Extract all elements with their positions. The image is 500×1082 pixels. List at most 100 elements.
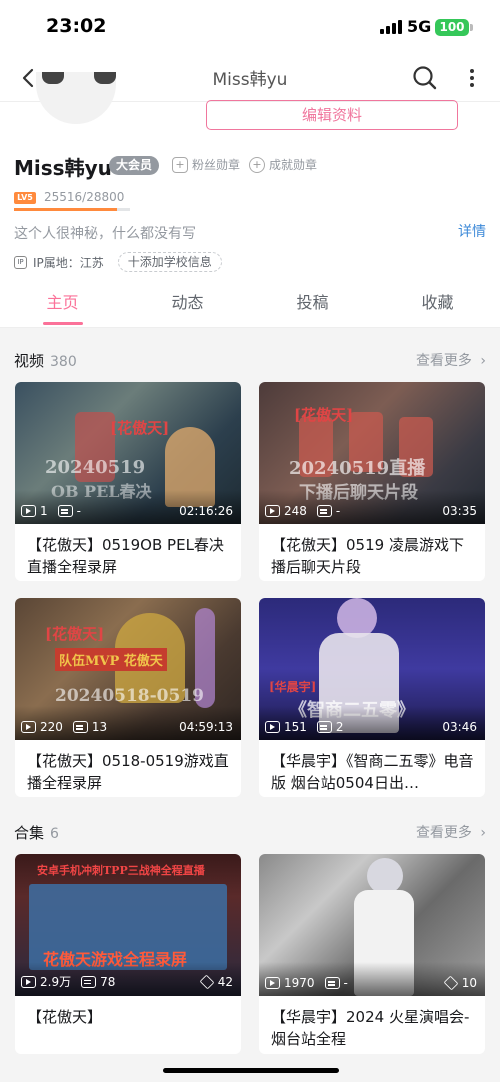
- chevron-right-icon: ›: [480, 353, 486, 369]
- thumb-text: [花傲天]: [45, 625, 105, 643]
- details-link[interactable]: 详情: [458, 221, 486, 241]
- duration: 04:59:13: [179, 720, 233, 734]
- duration: 03:46: [442, 720, 477, 734]
- collections-section-title: 合集 6: [14, 822, 59, 843]
- collection-title[interactable]: 【华晨宇】2024 火星演唱会-烟台站全程: [259, 996, 485, 1054]
- thumb-text: [花傲天]: [294, 406, 354, 424]
- danmaku-count: -: [76, 504, 81, 518]
- video-stats: 151 2 03:46: [265, 720, 477, 734]
- video-stats: 220 13 04:59:13: [21, 720, 233, 734]
- video-card[interactable]: [花傲天] 20240519 OB PEL春决 1 - 02:16:26 【花傲…: [15, 382, 241, 581]
- collection-title[interactable]: 【花傲天】: [15, 996, 241, 1054]
- thumb-text: 队伍MVP 花傲天: [55, 648, 167, 671]
- collection-thumbnail[interactable]: 1970 - 10: [259, 854, 485, 996]
- more-vertical-icon[interactable]: [462, 64, 482, 92]
- videos-count: 380: [50, 354, 77, 370]
- level-badge: LV5: [14, 192, 36, 204]
- video-title[interactable]: 【花傲天】0518-0519游戏直播全程录屏: [15, 740, 241, 797]
- collection-card[interactable]: 1970 - 10 【华晨宇】2024 火星演唱会-烟台站全程: [259, 854, 485, 1054]
- thumb-figure: [367, 858, 403, 894]
- edit-profile-button[interactable]: 编辑资料: [206, 100, 458, 130]
- avatar-shoulder: [94, 72, 116, 84]
- danmaku-icon: [72, 721, 88, 733]
- video-stats: 1 - 02:16:26: [21, 504, 233, 518]
- video-thumbnail[interactable]: [花傲天] 队伍MVP 花傲天 20240518-0519 220 13 04:…: [15, 598, 241, 740]
- signal-icon: [380, 20, 402, 34]
- video-stats: 248 - 03:35: [265, 504, 477, 518]
- tab-favorites-label: 收藏: [421, 293, 454, 312]
- episode-count: 10: [443, 975, 477, 991]
- thumb-text: [花傲天]: [110, 419, 170, 437]
- achievement-medal-icon: +: [249, 156, 265, 173]
- play-count-icon: [265, 977, 280, 989]
- video-card[interactable]: [华晨宇] 《智商二五零》 151 2 03:46 【华晨宇】《智商二五零》电音…: [259, 598, 485, 797]
- collection-stats: 1970 - 10: [265, 975, 477, 991]
- exp-text: 25516/28800: [44, 190, 125, 204]
- achievement-medal-label: 成就勋章: [269, 158, 318, 172]
- fan-medal-label: 粉丝勋章: [192, 158, 241, 172]
- search-icon[interactable]: [410, 63, 440, 93]
- danmaku-icon: [324, 977, 340, 989]
- video-title[interactable]: 【华晨宇】《智商二五零》电音版 烟台站0504日出…: [259, 740, 485, 797]
- episode-count: 42: [199, 974, 233, 989]
- thumb-text: 20240518-0519: [55, 686, 204, 706]
- bio: 这个人很神秘，什么都没有写: [14, 226, 196, 242]
- video-title[interactable]: 【花傲天】0519 凌晨游戏下播后聊天片段: [259, 524, 485, 581]
- tab-uploads[interactable]: 投稿: [250, 280, 375, 327]
- home-indicator: [163, 1068, 339, 1073]
- video-card[interactable]: [花傲天] 20240519直播 下播后聊天片段 248 - 03:35 【花傲…: [259, 382, 485, 581]
- profile-header: 编辑资料 Miss韩yu 大会员 + 粉丝勋章 + 成就勋章 LV5 25516…: [0, 72, 500, 280]
- episode-count-value: 10: [461, 976, 477, 990]
- videos-title: 视频: [14, 352, 45, 370]
- layers-icon: [443, 975, 459, 991]
- collections-title: 合集: [14, 824, 45, 842]
- tab-dynamic-label: 动态: [171, 293, 204, 312]
- vip-badge[interactable]: 大会员: [109, 156, 160, 175]
- play-count-icon: [21, 975, 36, 988]
- collections-see-more-label: 查看更多: [415, 825, 472, 841]
- danmaku-count: 13: [91, 720, 108, 734]
- collection-card[interactable]: 安卓手机冲刺TPP三战神全程直播 花傲天游戏全程录屏 2.9万 78 42 【花…: [15, 854, 241, 1054]
- play-count-icon: [21, 505, 36, 517]
- video-card[interactable]: [花傲天] 队伍MVP 花傲天 20240518-0519 220 13 04:…: [15, 598, 241, 797]
- collections-see-more[interactable]: 查看更多 ›: [416, 822, 486, 842]
- tab-home[interactable]: 主页: [0, 280, 125, 327]
- collections-section-header: 合集 6 查看更多 ›: [14, 822, 486, 844]
- collection-thumbnail[interactable]: 安卓手机冲刺TPP三战神全程直播 花傲天游戏全程录屏 2.9万 78 42: [15, 854, 241, 996]
- username: Miss韩yu: [14, 156, 112, 180]
- danmaku-icon: [316, 721, 332, 733]
- add-school-button[interactable]: 十添加学校信息: [117, 252, 222, 272]
- danmaku-count: 2: [335, 720, 344, 734]
- tab-uploads-label: 投稿: [296, 293, 329, 312]
- danmaku-count: 78: [100, 974, 116, 989]
- play-count-icon: [265, 505, 280, 517]
- play-count-icon: [21, 721, 36, 733]
- tab-favorites[interactable]: 收藏: [375, 280, 500, 327]
- avatar[interactable]: [36, 72, 116, 124]
- danmaku-icon: [316, 505, 332, 517]
- achievement-medal[interactable]: + 成就勋章: [249, 156, 317, 173]
- play-count: 2.9万: [40, 975, 72, 989]
- layers-icon: [199, 974, 215, 989]
- videos-see-more[interactable]: 查看更多 ›: [416, 350, 486, 370]
- video-thumbnail[interactable]: [花傲天] 20240519 OB PEL春决 1 - 02:16:26: [15, 382, 241, 524]
- thumb-figure: [337, 598, 377, 638]
- video-title[interactable]: 【花傲天】0519OB PEL春决直播全程录屏: [15, 524, 241, 581]
- video-thumbnail[interactable]: [花傲天] 20240519直播 下播后聊天片段 248 - 03:35: [259, 382, 485, 524]
- fan-medal[interactable]: + 粉丝勋章: [172, 156, 240, 173]
- status-bar: 23:02 5G 100: [0, 0, 500, 54]
- exp-progress-fill: [14, 208, 117, 211]
- play-count: 1: [40, 504, 48, 518]
- play-count: 220: [40, 720, 63, 734]
- video-thumbnail[interactable]: [华晨宇] 《智商二五零》 151 2 03:46: [259, 598, 485, 740]
- collection-stats: 2.9万 78 42: [21, 973, 233, 990]
- battery-tip: [470, 24, 473, 31]
- thumb-text: [华晨宇]: [269, 680, 317, 694]
- tab-active-indicator: [42, 322, 83, 325]
- fan-medal-icon: +: [172, 156, 188, 173]
- chevron-right-icon: ›: [480, 825, 486, 841]
- tab-dynamic[interactable]: 动态: [125, 280, 250, 327]
- exp-progress-bar: [14, 208, 130, 211]
- ip-icon: IP: [14, 255, 27, 269]
- avatar-shoulder: [42, 72, 64, 84]
